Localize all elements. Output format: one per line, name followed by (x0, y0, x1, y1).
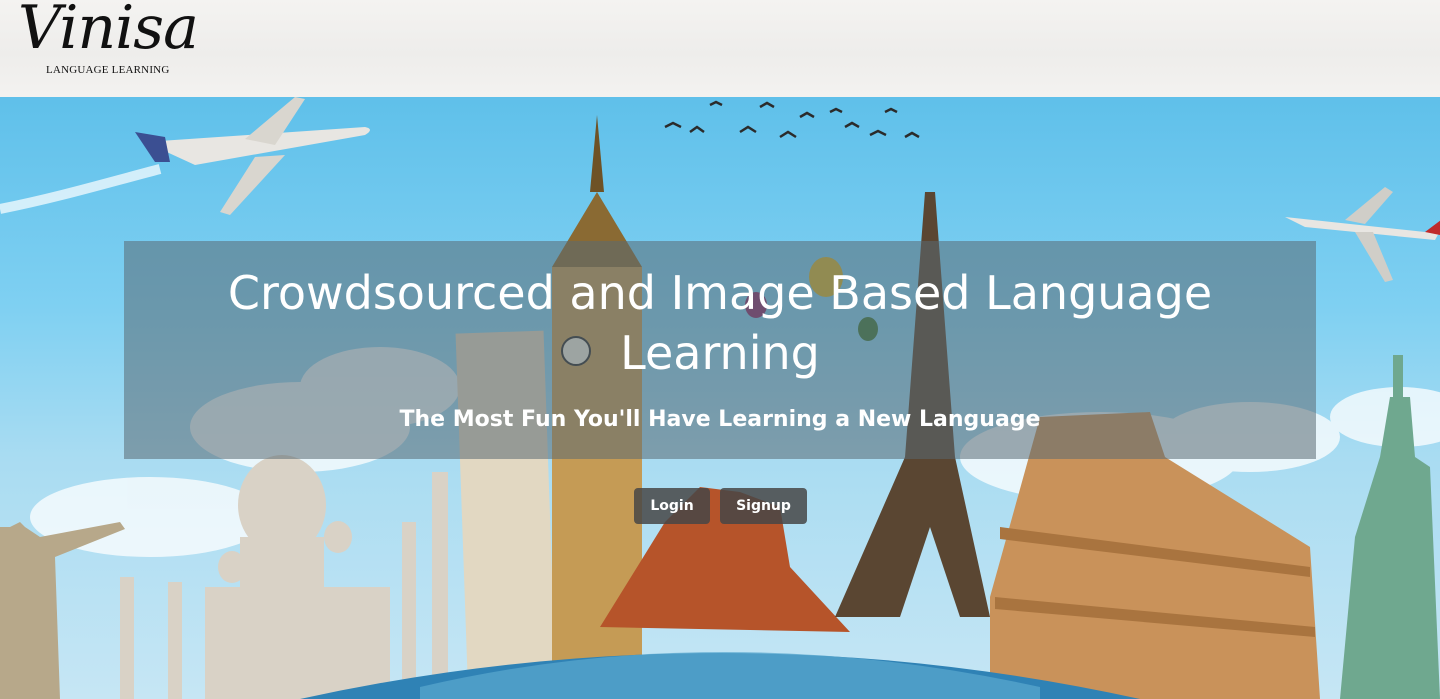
signup-button[interactable]: Signup (720, 488, 807, 524)
hero-title: Crowdsourced and Image Based Language Le… (227, 266, 1213, 380)
logo-wordmark: Vinisa (18, 0, 199, 63)
logo-tagline: LANGUAGE LEARNING (46, 64, 170, 76)
site-header: Vinisa LANGUAGE LEARNING (0, 0, 1440, 97)
login-button[interactable]: Login (634, 488, 710, 524)
hero-section: Crowdsourced and Image Based Language Le… (0, 97, 1440, 699)
hero-subtitle: The Most Fun You'll Have Learning a New … (399, 407, 1041, 432)
brand-logo[interactable]: Vinisa LANGUAGE LEARNING (18, 0, 218, 84)
hero-banner: Crowdsourced and Image Based Language Le… (124, 241, 1316, 459)
